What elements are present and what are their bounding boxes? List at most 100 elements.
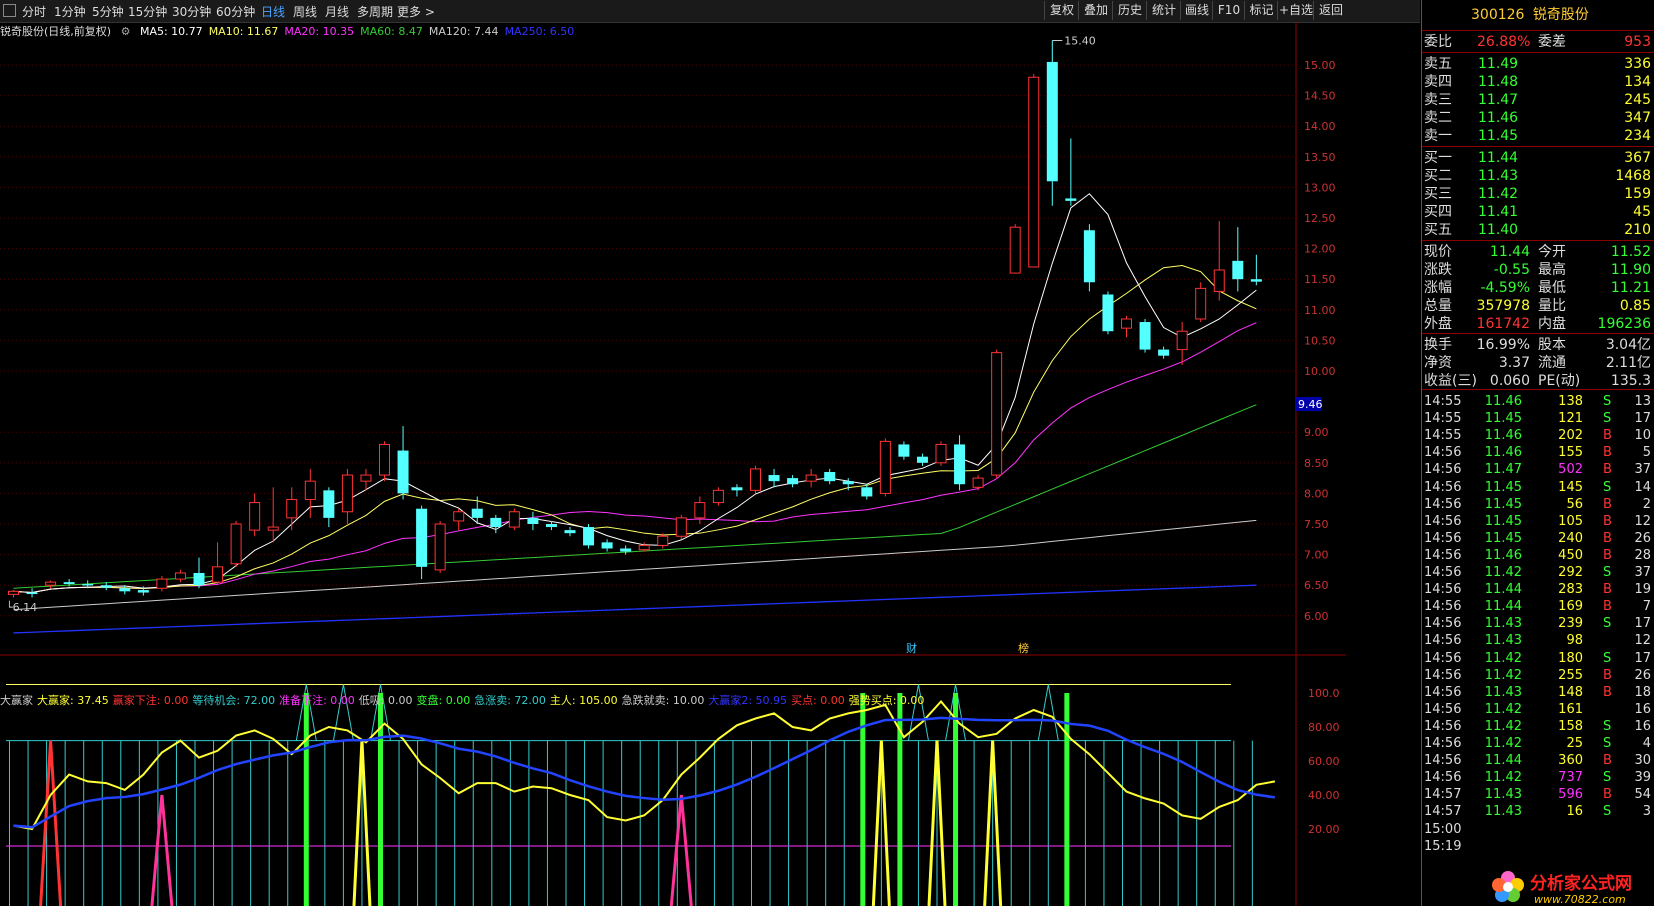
stat-label: 总量 (1424, 298, 1452, 314)
candle-body-down (601, 542, 613, 549)
ask-volume: 245 (1624, 92, 1651, 108)
stat-value: 357978 (1476, 298, 1530, 314)
bid-price: 11.40 (1478, 222, 1519, 238)
candle-body-down (416, 508, 428, 567)
bid-label: 买二 (1424, 168, 1452, 184)
ask-label: 卖一 (1424, 128, 1452, 144)
price-tick: 13.50 (1304, 151, 1336, 164)
candle-body-up (1213, 269, 1225, 292)
toolbar-button-8[interactable]: 返回 (1313, 1, 1348, 20)
candle-body-down (490, 517, 502, 528)
ask-price: 11.46 (1478, 110, 1519, 126)
candle-body-down (471, 508, 483, 518)
candle-body-up (638, 544, 650, 551)
stat-value: 196236 (1597, 316, 1651, 332)
spike-pink (150, 794, 174, 906)
candle-body-down (620, 548, 632, 552)
bid-row: 买一 11.44 367 (1422, 149, 1654, 168)
weibi-label: 委比 (1424, 34, 1452, 50)
bid-volume: 367 (1624, 150, 1651, 166)
price-tick: 12.00 (1304, 243, 1336, 256)
candle-body-up (1009, 226, 1021, 274)
stat-label: 现价 (1424, 244, 1452, 260)
stat-row: 总量 357978 量比 0.85 (1422, 297, 1654, 316)
candle-body-down (63, 582, 75, 584)
quote-header: 300126 锐奇股份 (1422, 0, 1654, 31)
bid-row: 买四 11.41 45 (1422, 203, 1654, 222)
candle-body-up (750, 468, 761, 491)
ask-label: 卖五 (1424, 56, 1452, 72)
svg-text:www.70822.com: www.70822.com (1534, 893, 1626, 906)
indicator-legend-9: 急跌就卖: 10.00 (621, 694, 705, 707)
candle-body-up (434, 523, 446, 571)
period-tab-10[interactable]: 更多 > (397, 3, 435, 20)
period-tab-5[interactable]: 60分钟 (216, 3, 255, 20)
kline-chart[interactable]: 15.00 14.50 14.00 13.50 13.00 12.50 12.00 11.50… (0, 22, 1346, 906)
bid-volume: 45 (1633, 204, 1651, 220)
period-tab-2[interactable]: 5分钟 (92, 3, 124, 20)
weibi-row: 委比 26.88% 委差 953 (1422, 33, 1654, 52)
ma20-line (13, 322, 1257, 594)
indicator-tick: 40.00 (1308, 789, 1340, 802)
bid-price: 11.42 (1478, 186, 1519, 202)
panel-separator (1422, 240, 1654, 241)
price-tick: 14.00 (1304, 120, 1336, 133)
candle-body-down (527, 517, 539, 524)
toolbar-button-6[interactable]: 标记 (1244, 1, 1278, 20)
candle-body-up (453, 511, 465, 522)
toolbar-menu-icon[interactable] (3, 4, 16, 17)
period-tab-0[interactable]: 分时 (22, 3, 46, 20)
candle-body-down (916, 456, 928, 463)
candle-body-up (972, 477, 984, 488)
bid-volume: 1468 (1615, 168, 1651, 184)
toolbar-button-4[interactable]: 画线 (1180, 1, 1213, 20)
stat-label: 今开 (1538, 244, 1566, 260)
candle-body-down (954, 444, 966, 485)
stat-row: 现价 11.44 今开 11.52 (1422, 243, 1654, 262)
bid-label: 买三 (1424, 186, 1452, 202)
price-tick: 15.00 (1304, 59, 1336, 72)
candle-body-up (1121, 318, 1132, 329)
stat2-value: 3.37 (1498, 355, 1530, 371)
toolbar-button-5[interactable]: F10 (1212, 1, 1245, 20)
ask-price: 11.47 (1478, 92, 1519, 108)
price-tag-label: 9.46 (1298, 398, 1323, 411)
period-tab-6[interactable]: 日线 (261, 3, 285, 20)
ask-price: 11.45 (1478, 128, 1519, 144)
toolbar-button-3[interactable]: 统计 (1146, 1, 1181, 20)
stat-row: 涨跌 -0.55 最高 11.90 (1422, 261, 1654, 280)
candle-body-up (230, 523, 242, 565)
indicator-tick: 20.00 (1308, 823, 1340, 836)
toolbar-button-2[interactable]: 历史 (1112, 1, 1147, 20)
bid-row: 买二 11.43 1468 (1422, 167, 1654, 186)
candle-body-up (156, 578, 168, 589)
period-tab-8[interactable]: 月线 (325, 3, 349, 20)
candle-body-down (545, 524, 557, 528)
candle-body-up (675, 517, 687, 537)
price-tick: 8.50 (1304, 457, 1329, 470)
indicator-legend-8: 主人: 105.00 (549, 694, 618, 707)
stat-label: 最高 (1538, 262, 1566, 278)
toolbar-button-0[interactable]: 复权 (1044, 1, 1079, 20)
toolbar-button-1[interactable]: 叠加 (1078, 1, 1113, 20)
candle-body-down (82, 583, 94, 586)
price-tick: 12.50 (1304, 212, 1336, 225)
toolbar-button-7[interactable]: +自选 (1277, 1, 1314, 20)
period-tab-7[interactable]: 周线 (293, 3, 317, 20)
ask-label: 卖四 (1424, 74, 1452, 90)
ask-label: 卖三 (1424, 92, 1452, 108)
spike-pink (669, 794, 693, 906)
weicha-label: 委差 (1538, 34, 1566, 50)
candle-body-down (824, 471, 836, 482)
period-tab-9[interactable]: 多周期 (357, 3, 393, 20)
period-tab-1[interactable]: 1分钟 (54, 3, 86, 20)
candle-body-down (787, 478, 799, 485)
stat2-label: 换手 (1424, 337, 1452, 353)
period-tab-4[interactable]: 30分钟 (172, 3, 211, 20)
candle-body-down (731, 487, 743, 491)
candle-body-down (1102, 294, 1114, 332)
stat2-row: 换手 16.99% 股本 3.04亿 (1422, 336, 1654, 355)
period-tab-3[interactable]: 15分钟 (128, 3, 167, 20)
candle-body-up (1195, 287, 1207, 320)
price-tick: 6.00 (1304, 610, 1329, 623)
